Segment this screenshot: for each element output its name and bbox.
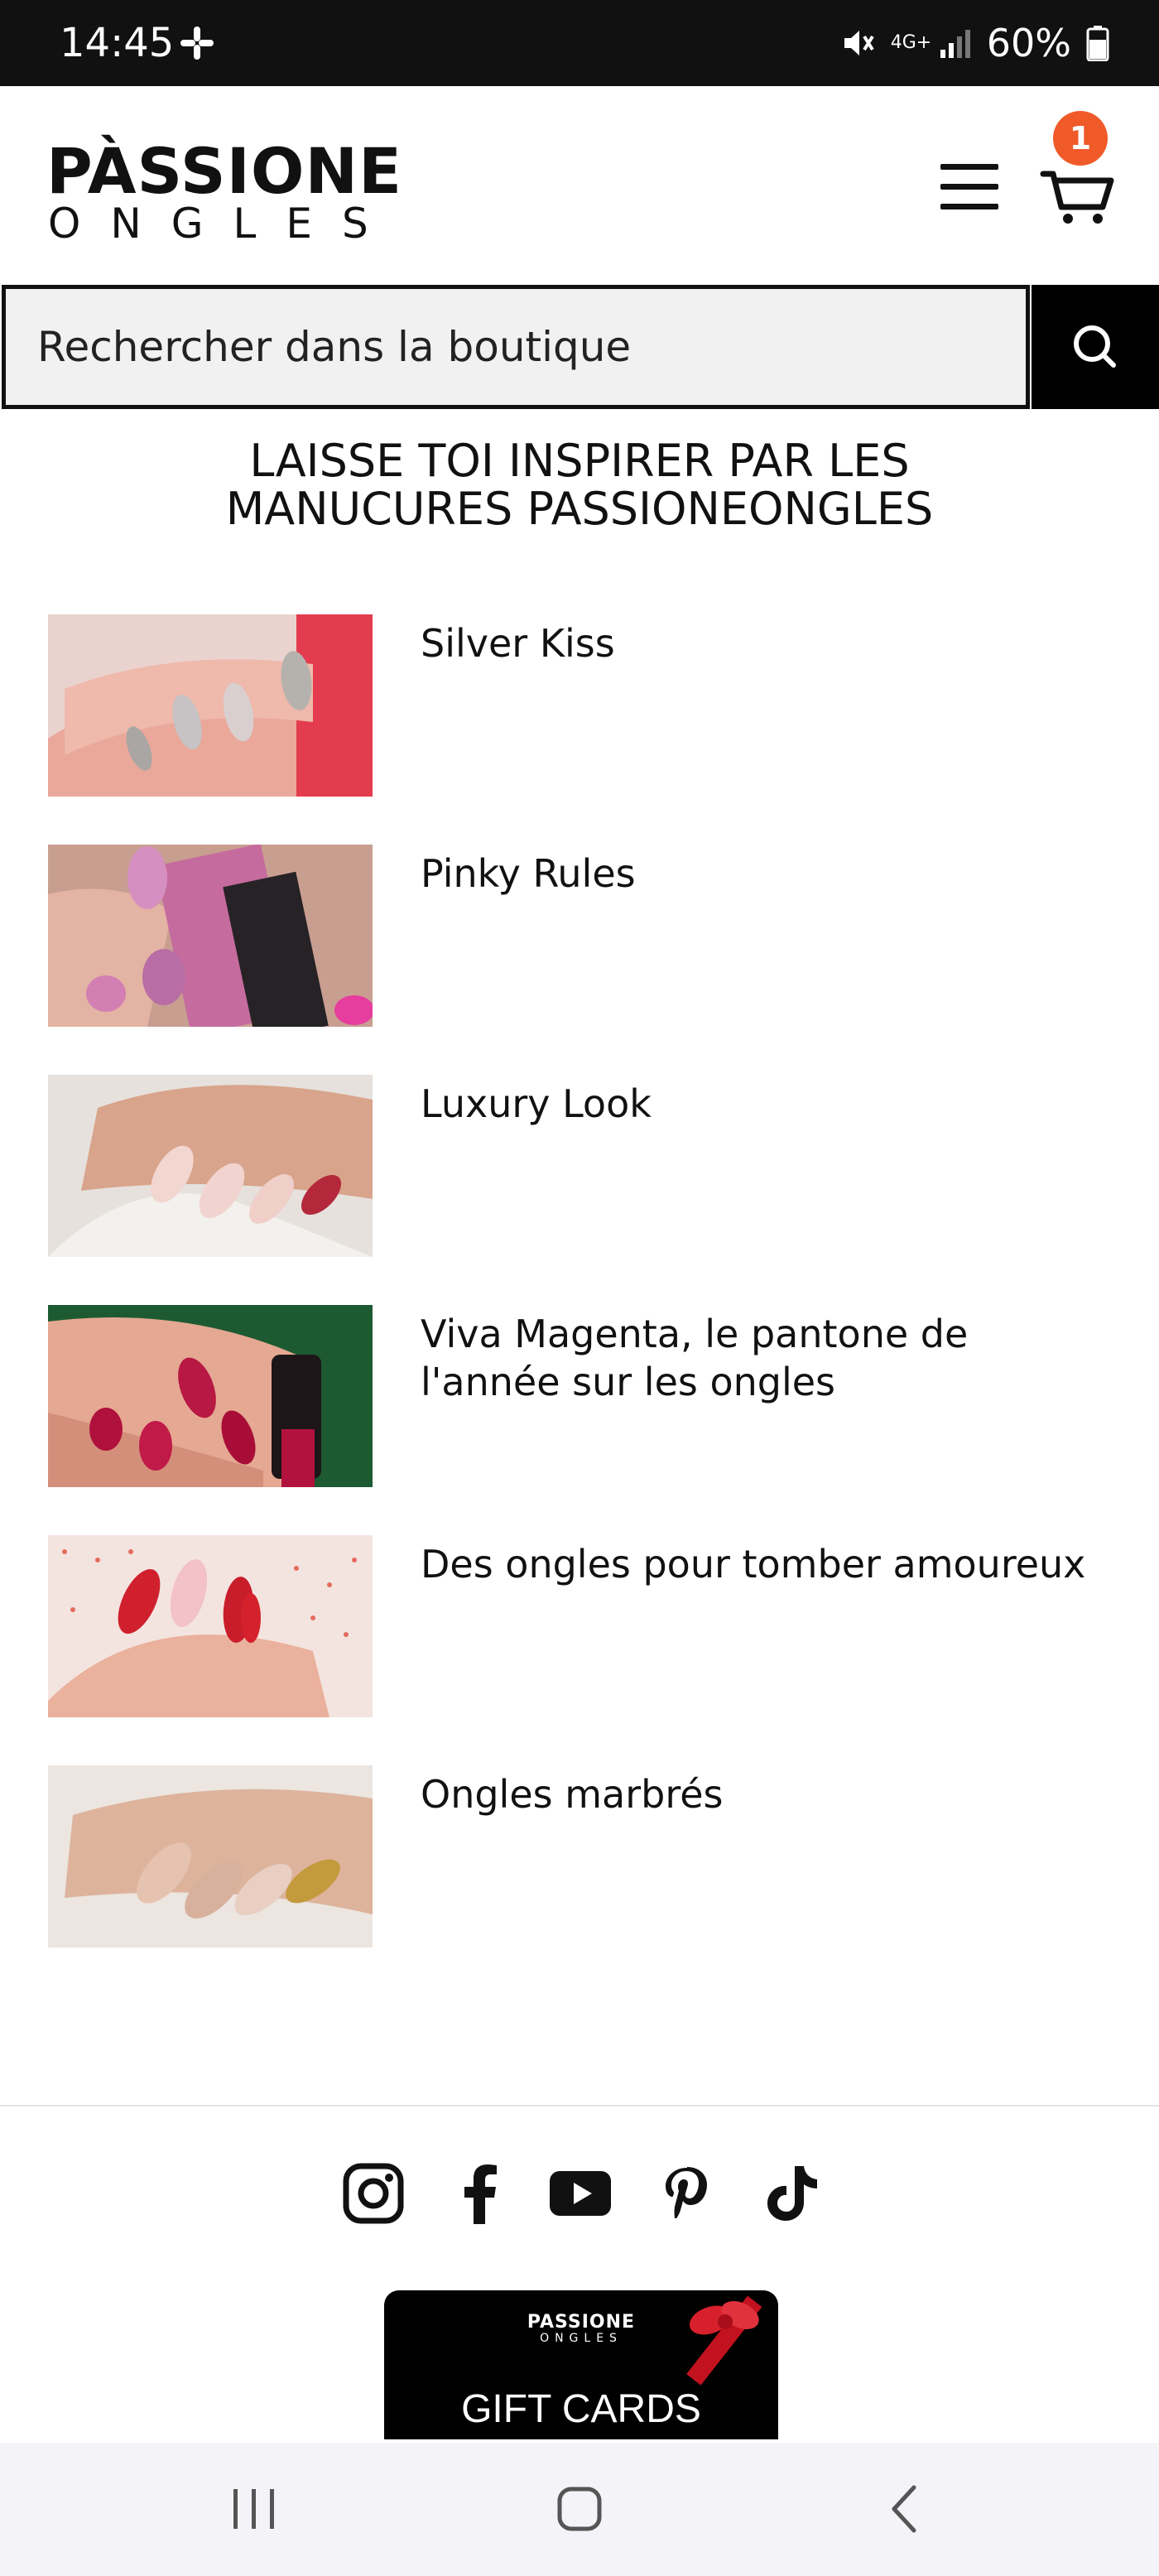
signal-icon bbox=[940, 30, 970, 58]
article-title[interactable]: Pinky Rules bbox=[421, 850, 1099, 898]
home-icon[interactable] bbox=[530, 2476, 629, 2542]
page-title: LAISSE TOI INSPIRER PAR LES MANUCURES PA… bbox=[83, 437, 1076, 533]
cart-count-badge: 1 bbox=[1053, 111, 1108, 166]
battery-percentage: 60% bbox=[986, 21, 1071, 65]
article-title[interactable]: Des ongles pour tomber amoureux bbox=[421, 1540, 1099, 1588]
footer-divider bbox=[0, 2105, 1159, 2107]
social-links bbox=[331, 2161, 828, 2236]
page-title-line-1: LAISSE TOI INSPIRER PAR LES bbox=[249, 435, 910, 487]
magenta-nails-photo[interactable] bbox=[48, 1305, 373, 1487]
hamburger-menu-button[interactable] bbox=[940, 159, 1000, 212]
logo-line-2: ONGLES bbox=[48, 200, 398, 248]
site-header: PÀSSIONE ONGLES bbox=[0, 86, 1159, 285]
status-icons: 4G+ 60% bbox=[839, 18, 1109, 68]
passione-ongles-logo[interactable]: PÀSSIONE ONGLES bbox=[46, 134, 402, 248]
article-item[interactable]: Des ongles pour tomber amoureux bbox=[48, 1535, 1116, 1765]
page-title-line-2: MANUCURES PASSIONEONGLES bbox=[225, 483, 934, 535]
tiktok-icon[interactable] bbox=[760, 2161, 825, 2226]
instagram-icon[interactable] bbox=[341, 2161, 406, 2226]
article-title[interactable]: Viva Magenta, le pantone de l'année sur … bbox=[421, 1310, 1099, 1406]
status-time: 14:45 bbox=[60, 20, 175, 66]
article-item[interactable]: Viva Magenta, le pantone de l'année sur … bbox=[48, 1305, 1116, 1535]
article-title[interactable]: Luxury Look bbox=[421, 1080, 1099, 1128]
status-bar: 14:45 4G+ 60% bbox=[0, 0, 1159, 86]
article-title[interactable]: Silver Kiss bbox=[421, 619, 1099, 667]
youtube-icon[interactable] bbox=[548, 2161, 613, 2226]
article-item[interactable]: Pinky Rules bbox=[48, 845, 1116, 1075]
search-icon bbox=[1074, 325, 1116, 368]
gift-cards-banner[interactable]: PASSIONE ONGLES GIFT CARDS bbox=[384, 2290, 778, 2439]
search-input[interactable] bbox=[2, 285, 1030, 409]
pink-glitter-nails-photo[interactable] bbox=[48, 845, 373, 1027]
pinterest-icon[interactable] bbox=[656, 2161, 720, 2226]
battery-icon bbox=[1086, 26, 1109, 61]
network-type-label: 4G+ bbox=[890, 32, 932, 53]
system-navigation-bar bbox=[0, 2443, 1159, 2576]
article-title[interactable]: Ongles marbrés bbox=[421, 1770, 1099, 1818]
ribbon-bow-icon bbox=[686, 2295, 762, 2386]
slack-icon bbox=[180, 26, 214, 60]
article-list: Silver Kiss Pinky Rules Luxury Look Viva… bbox=[48, 614, 1116, 1996]
facebook-icon[interactable] bbox=[447, 2161, 512, 2226]
logo-line-1: PÀSSIONE bbox=[46, 134, 403, 208]
article-item[interactable]: Luxury Look bbox=[48, 1075, 1116, 1305]
nude-nails-photo[interactable] bbox=[48, 1075, 373, 1257]
article-item[interactable]: Silver Kiss bbox=[48, 614, 1116, 845]
search-bar bbox=[0, 285, 1159, 414]
back-icon[interactable] bbox=[854, 2476, 954, 2542]
mute-icon bbox=[844, 31, 874, 55]
silver-nails-photo[interactable] bbox=[48, 614, 373, 797]
giftcard-label: GIFT CARDS bbox=[461, 2387, 701, 2431]
heart-nails-photo[interactable] bbox=[48, 1535, 373, 1717]
recent-apps-icon[interactable] bbox=[204, 2476, 303, 2542]
search-button[interactable] bbox=[1032, 285, 1159, 409]
marble-nails-photo[interactable] bbox=[48, 1765, 373, 1948]
article-item[interactable]: Ongles marbrés bbox=[48, 1765, 1116, 1996]
